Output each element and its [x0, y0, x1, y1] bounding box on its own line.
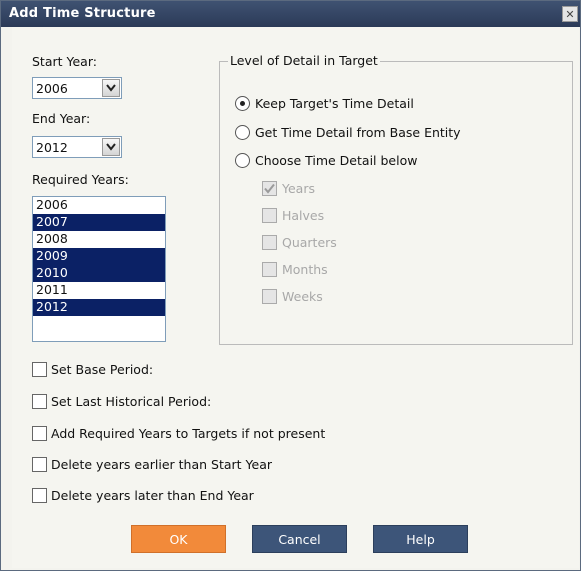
start-year-select[interactable]: 2006: [32, 77, 122, 99]
start-year-label: Start Year:: [32, 54, 97, 69]
list-item[interactable]: 2009: [33, 248, 165, 265]
set-last-historical-period-label[interactable]: Set Last Historical Period:: [51, 394, 211, 409]
list-item[interactable]: 2011: [33, 282, 165, 299]
start-year-value: 2006: [36, 81, 68, 96]
halves-checkbox[interactable]: [262, 208, 277, 223]
end-year-select[interactable]: 2012: [32, 136, 122, 158]
add-required-years-label[interactable]: Add Required Years to Targets if not pre…: [51, 426, 325, 441]
end-year-value: 2012: [36, 140, 68, 155]
months-label: Months: [282, 262, 328, 277]
quarters-checkbox[interactable]: [262, 235, 277, 250]
cancel-button[interactable]: Cancel: [252, 525, 347, 553]
required-years-label: Required Years:: [32, 172, 129, 187]
years-label: Years: [282, 181, 315, 196]
delete-later-years-checkbox[interactable]: [32, 488, 47, 503]
checkmark-icon: [264, 183, 275, 194]
add-time-structure-dialog: Add Time Structure ✕ Start Year: 2006 En…: [0, 0, 581, 571]
set-base-period-checkbox[interactable]: [32, 362, 47, 377]
radio-get-from-base-entity[interactable]: [235, 125, 250, 140]
list-item[interactable]: 2007: [33, 214, 165, 231]
end-year-label: End Year:: [32, 111, 91, 126]
ok-button[interactable]: OK: [131, 525, 226, 553]
dialog-title: Add Time Structure: [9, 6, 156, 21]
delete-later-years-label[interactable]: Delete years later than End Year: [51, 488, 254, 503]
required-years-list[interactable]: 2006 2007 2008 2009 2010 2011 2012: [32, 196, 166, 342]
list-item[interactable]: 2010: [33, 265, 165, 282]
help-button[interactable]: Help: [373, 525, 468, 553]
halves-label: Halves: [282, 208, 325, 223]
level-of-detail-title: Level of Detail in Target: [228, 53, 380, 68]
radio-keep-target-detail[interactable]: [235, 96, 250, 111]
chevron-down-icon[interactable]: [102, 79, 120, 97]
radio-choose-detail-below[interactable]: [235, 153, 250, 168]
keep-target-detail-label[interactable]: Keep Target's Time Detail: [255, 96, 414, 111]
list-item[interactable]: 2006: [33, 197, 165, 214]
add-required-years-checkbox[interactable]: [32, 426, 47, 441]
weeks-label: Weeks: [282, 289, 323, 304]
title-bar: Add Time Structure ✕: [1, 1, 580, 27]
radio-dot: [240, 101, 245, 106]
weeks-checkbox[interactable]: [262, 289, 277, 304]
months-checkbox[interactable]: [262, 262, 277, 277]
list-item[interactable]: 2012: [33, 299, 165, 316]
list-item[interactable]: 2008: [33, 231, 165, 248]
get-from-base-entity-label[interactable]: Get Time Detail from Base Entity: [255, 125, 461, 140]
delete-earlier-years-checkbox[interactable]: [32, 457, 47, 472]
chevron-down-icon[interactable]: [102, 138, 120, 156]
delete-earlier-years-label[interactable]: Delete years earlier than Start Year: [51, 457, 272, 472]
set-base-period-label[interactable]: Set Base Period:: [51, 362, 153, 377]
quarters-label: Quarters: [282, 235, 337, 250]
dialog-body: Start Year: 2006 End Year: 2012 Required…: [12, 27, 579, 568]
set-last-historical-period-checkbox[interactable]: [32, 394, 47, 409]
close-icon[interactable]: ✕: [562, 6, 578, 22]
choose-detail-below-label[interactable]: Choose Time Detail below: [255, 153, 417, 168]
years-checkbox[interactable]: [262, 181, 277, 196]
